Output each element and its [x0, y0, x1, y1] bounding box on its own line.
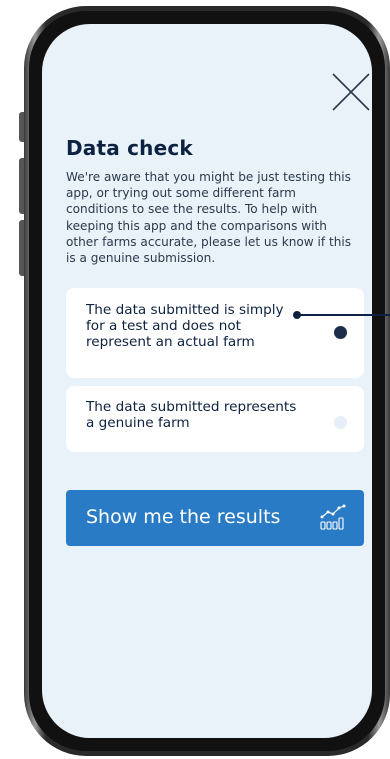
phone-frame: Data check We're aware that you might be… — [24, 6, 390, 756]
show-results-button[interactable]: Show me the results — [66, 490, 364, 546]
callout-pointer-line — [299, 314, 390, 316]
phone-screen: Data check We're aware that you might be… — [42, 24, 372, 738]
chart-growth-icon — [320, 504, 346, 530]
close-icon — [332, 73, 370, 111]
radio-unselected[interactable] — [334, 416, 347, 429]
modal-description: We're aware that you might be just testi… — [66, 170, 352, 266]
option-label: The data submitted represents a genuine … — [86, 399, 297, 431]
option-label: The data submitted is simply for a test … — [86, 302, 284, 350]
close-button[interactable] — [329, 70, 372, 114]
phone-bezel: Data check We're aware that you might be… — [29, 11, 385, 751]
option-genuine-farm[interactable]: The data submitted represents a genuine … — [66, 386, 364, 452]
radio-selected[interactable] — [334, 326, 347, 339]
show-results-label: Show me the results — [86, 506, 281, 528]
modal-title: Data check — [66, 136, 193, 160]
option-test-data[interactable]: The data submitted is simply for a test … — [66, 288, 364, 378]
